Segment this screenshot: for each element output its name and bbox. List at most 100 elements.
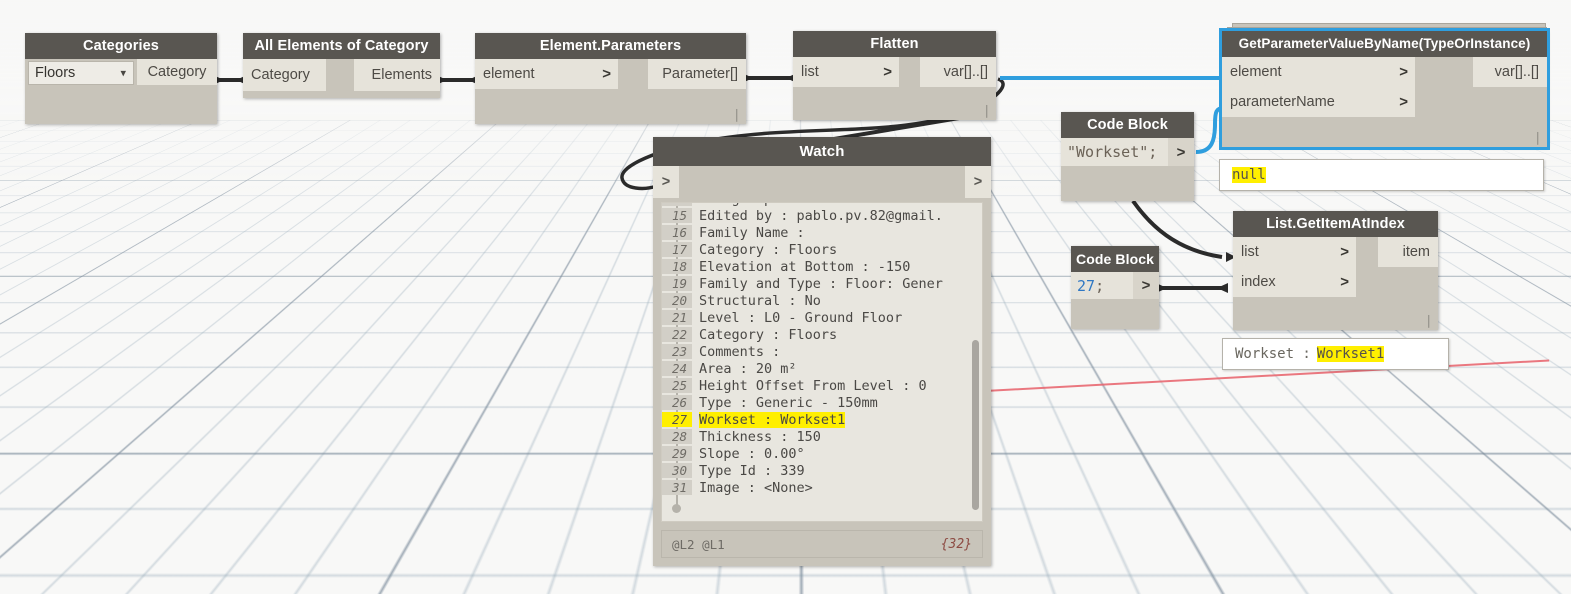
watch-scrollbar[interactable]: [971, 205, 980, 519]
node-title: All Elements of Category: [243, 33, 440, 59]
watch-row-index: 20: [662, 293, 692, 308]
chevron-right-icon[interactable]: >: [1340, 245, 1349, 260]
watch-row[interactable]: 28 Thickness : 150: [662, 428, 982, 445]
node-code-block-index[interactable]: Code Block 27; >: [1071, 246, 1159, 329]
node-code-block-workset[interactable]: Code Block "Workset"; >: [1061, 112, 1194, 201]
resize-handle-icon[interactable]: ∣: [734, 108, 741, 121]
output-port-codeblock[interactable]: >: [1133, 272, 1159, 299]
node-all-elements-of-category[interactable]: All Elements of Category Category Elemen…: [243, 33, 440, 98]
watch-row-text: Height Offset From Level : 0: [699, 378, 927, 394]
node-list-get-item-at-index[interactable]: List.GetItemAtIndex list > item index >: [1233, 211, 1438, 330]
port-row-list: list > item: [1233, 237, 1438, 267]
node-footer: ∣: [1233, 297, 1438, 330]
node-title: List.GetItemAtIndex: [1233, 211, 1438, 237]
port-row-element: element > var[]..[]: [1222, 57, 1547, 87]
output-port-label: var[]..[]: [944, 64, 988, 80]
port-row-parametername: parameterName >: [1222, 87, 1547, 117]
chevron-right-icon[interactable]: >: [1399, 95, 1408, 110]
preview-bubble-null: null: [1219, 159, 1544, 191]
output-port-category[interactable]: Category: [137, 59, 217, 85]
watch-row-text: Category : Floors: [699, 242, 837, 258]
input-port-element[interactable]: element >: [475, 59, 618, 89]
node-get-parameter-value-by-name[interactable]: GetParameterValueByName(TypeOrInstance) …: [1222, 31, 1547, 147]
chevron-right-icon[interactable]: >: [602, 67, 611, 82]
watch-row[interactable]: 23 Comments :: [662, 343, 982, 360]
node-flatten[interactable]: Flatten list > var[]..[] ∣: [793, 31, 996, 120]
watch-row-index: 26: [662, 395, 692, 410]
watch-row[interactable]: 19 Family and Type : Floor: Gener: [662, 275, 982, 292]
watch-row[interactable]: 18 Elevation at Bottom : -150: [662, 258, 982, 275]
node-footer: [25, 85, 217, 124]
output-port-item[interactable]: item: [1378, 237, 1438, 267]
resize-handle-icon[interactable]: ∣: [1426, 314, 1433, 327]
chevron-right-icon[interactable]: >: [1340, 275, 1349, 290]
watch-row-index: 23: [662, 344, 692, 359]
port-row: list > var[]..[]: [793, 57, 996, 87]
port-spacer: [1415, 57, 1473, 87]
chevron-right-icon[interactable]: >: [883, 65, 892, 80]
watch-row-text: Category : Floors: [699, 327, 837, 343]
watch-row[interactable]: 21 Level : L0 - Ground Floor: [662, 309, 982, 326]
node-title: Categories: [25, 33, 217, 59]
node-title: GetParameterValueByName(TypeOrInstance): [1222, 31, 1547, 57]
port-row: Floors ▾ Category: [25, 59, 217, 85]
node-body: element > Parameter[] ∣: [475, 59, 746, 124]
node-footer: [1071, 299, 1159, 329]
input-port-category[interactable]: Category: [243, 59, 326, 91]
watch-row[interactable]: 24 Area : 20 m²: [662, 360, 982, 377]
output-port-elements[interactable]: Elements: [354, 59, 440, 91]
output-port-label: Parameter[]: [662, 66, 738, 82]
watch-row[interactable]: 17 Category : Floors: [662, 241, 982, 258]
code-text: "Workset";: [1067, 143, 1157, 161]
output-port-var-array[interactable]: var[]..[]: [1473, 57, 1547, 87]
input-port-label: parameterName: [1230, 94, 1335, 110]
output-port-var-array[interactable]: var[]..[]: [920, 57, 996, 87]
preview-label-workset: Workset :: [1235, 346, 1311, 362]
output-port-watch[interactable]: >: [965, 166, 991, 198]
input-port-element[interactable]: element >: [1222, 57, 1415, 87]
watch-row[interactable]: 29 Slope : 0.00°: [662, 445, 982, 462]
input-port-watch[interactable]: >: [653, 166, 679, 198]
watch-row-text: Thickness : 150: [699, 429, 821, 445]
output-port-codeblock[interactable]: >: [1168, 138, 1194, 166]
code-block-editor[interactable]: "Workset";: [1061, 138, 1168, 166]
input-port-list[interactable]: list >: [1233, 237, 1356, 267]
watch-row[interactable]: 22 Category : Floors: [662, 326, 982, 343]
input-port-index[interactable]: index >: [1233, 267, 1356, 297]
node-watch[interactable]: Watch > > 14 Design option : -1 15 Edited b…: [653, 137, 991, 566]
watch-row[interactable]: 20 Structural : No: [662, 292, 982, 309]
watch-row-text: Type Id : 339: [699, 463, 805, 479]
output-port-label: item: [1403, 244, 1430, 260]
input-port-label: index: [1241, 274, 1276, 290]
watch-levels-label[interactable]: @L2 @L1: [672, 537, 725, 552]
node-body: "Workset"; >: [1061, 138, 1194, 201]
input-port-list[interactable]: list >: [793, 57, 899, 87]
node-element-parameters[interactable]: Element.Parameters element > Parameter[]…: [475, 33, 746, 124]
node-title: Element.Parameters: [475, 33, 746, 59]
category-dropdown[interactable]: Floors ▾: [28, 61, 134, 85]
watch-row[interactable]: 25 Height Offset From Level : 0: [662, 377, 982, 394]
resize-handle-icon[interactable]: ∣: [984, 104, 991, 117]
node-footer: ∣: [475, 89, 746, 124]
watch-row[interactable]: 16 Family Name :: [662, 224, 982, 241]
output-port-parameter-array[interactable]: Parameter[]: [648, 59, 746, 89]
watch-row[interactable]: 31 Image : <None>: [662, 479, 982, 496]
watch-row-index: 15: [662, 208, 692, 223]
watch-row[interactable]: 27 Workset : Workset1: [662, 411, 982, 428]
watch-footer: @L2 @L1 {32}: [661, 530, 983, 558]
code-number: 27: [1077, 277, 1095, 295]
watch-row[interactable]: 15 Edited by : pablo.pv.82@gmail.: [662, 207, 982, 224]
chevron-right-icon[interactable]: >: [1399, 65, 1408, 80]
code-block-editor[interactable]: 27;: [1071, 272, 1133, 299]
watch-scrollbar-thumb[interactable]: [972, 340, 979, 510]
watch-row-index: 29: [662, 446, 692, 461]
watch-row[interactable]: 26 Type : Generic - 150mm: [662, 394, 982, 411]
watch-result-list[interactable]: 14 Design option : -1 15 Edited by : pablo.…: [661, 202, 983, 522]
watch-row[interactable]: 30 Type Id : 339: [662, 462, 982, 479]
node-categories[interactable]: Categories Floors ▾ Category: [25, 33, 217, 124]
resize-handle-icon[interactable]: ∣: [1535, 131, 1542, 144]
watch-row-text: Family and Type : Floor: Gener: [699, 276, 943, 292]
output-port-label: Elements: [372, 67, 432, 83]
chevron-right-icon: >: [662, 174, 670, 190]
input-port-parametername[interactable]: parameterName >: [1222, 87, 1415, 117]
